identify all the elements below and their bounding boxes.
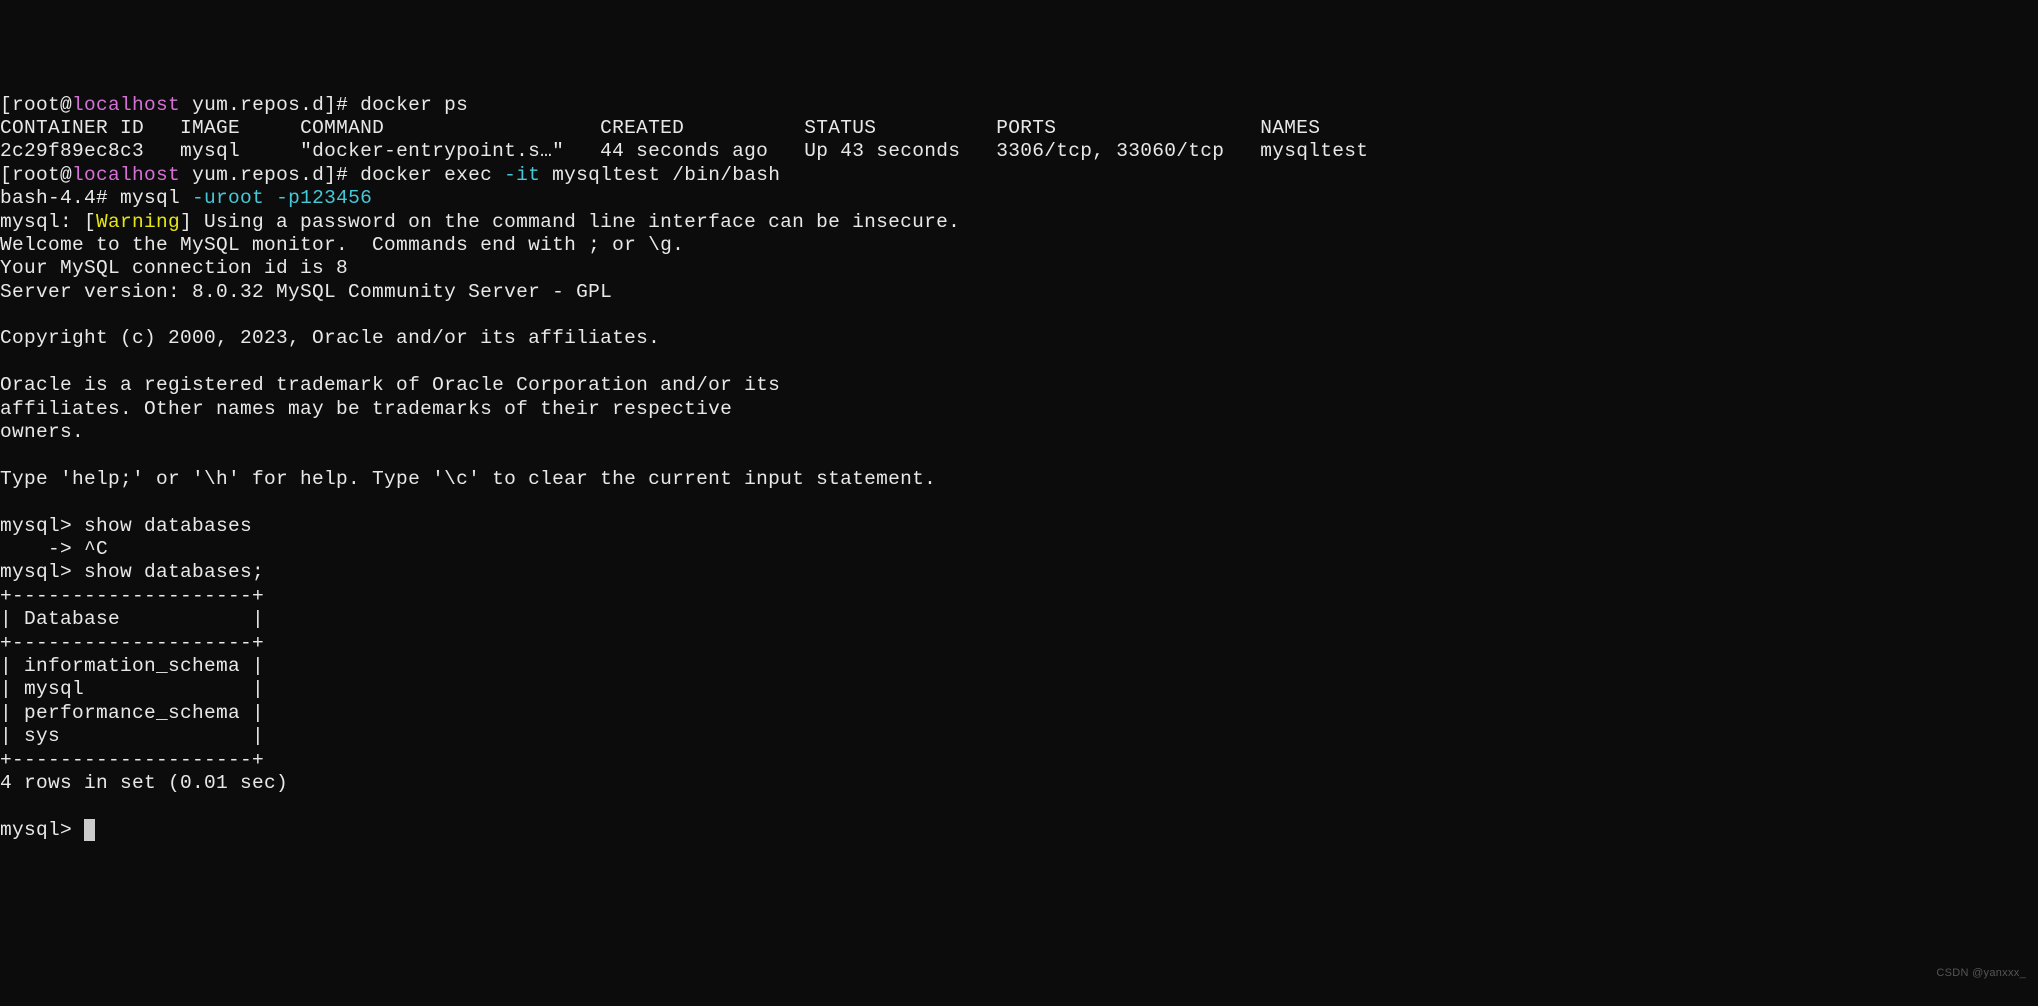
prompt-host: localhost <box>72 164 180 186</box>
flag-uroot: -uroot <box>192 187 264 209</box>
trademark-line: owners. <box>0 421 84 443</box>
help-line: Type 'help;' or '\h' for help. Type '\c'… <box>0 468 936 490</box>
mysql-prompt-line: mysql> show databases <box>0 515 252 537</box>
prompt-user: root <box>12 94 60 116</box>
header-status: STATUS <box>804 117 876 139</box>
prompt-bracket-close: ]# <box>324 164 360 186</box>
table-row: | performance_schema | <box>0 702 264 724</box>
table-border: +--------------------+ <box>0 585 264 607</box>
cell-command: "docker-entrypoint.s…" <box>300 140 564 162</box>
cell-container-id: 2c29f89ec8c3 <box>0 140 144 162</box>
header-created: CREATED <box>600 117 684 139</box>
prompt-host: localhost <box>72 94 180 116</box>
command-args: mysqltest /bin/bash <box>540 164 780 186</box>
cell-created: 44 seconds ago <box>600 140 768 162</box>
trademark-line: affiliates. Other names may be trademark… <box>0 398 732 420</box>
cursor-icon <box>84 819 95 841</box>
welcome-line: Welcome to the MySQL monitor. Commands e… <box>0 234 684 256</box>
prompt-user: root <box>12 164 60 186</box>
welcome-line: Server version: 8.0.32 MySQL Community S… <box>0 281 612 303</box>
header-image: IMAGE <box>180 117 240 139</box>
flag-it: -it <box>504 164 540 186</box>
prompt-at: @ <box>60 164 72 186</box>
mysql-prompt-line: mysql> show databases; <box>0 561 264 583</box>
prompt-path: yum.repos.d <box>180 164 324 186</box>
copyright-line: Copyright (c) 2000, 2023, Oracle and/or … <box>0 327 660 349</box>
header-command: COMMAND <box>300 117 384 139</box>
warning-prefix: mysql: [ <box>0 211 96 233</box>
flag-password: -p123456 <box>276 187 372 209</box>
prompt-bracket-close: ]# <box>324 94 360 116</box>
command-docker-exec: docker exec <box>360 164 504 186</box>
table-header: | Database | <box>0 608 264 630</box>
mysql-continuation: -> ^C <box>0 538 108 560</box>
table-row: | mysql | <box>0 678 264 700</box>
table-border: +--------------------+ <box>0 749 264 771</box>
command-docker-ps: docker ps <box>360 94 468 116</box>
table-border: +--------------------+ <box>0 632 264 654</box>
terminal-output[interactable]: [root@localhost yum.repos.d]# docker ps … <box>0 94 2038 843</box>
warning-label: Warning <box>96 211 180 233</box>
cell-image: mysql <box>180 140 240 162</box>
cell-status: Up 43 seconds <box>804 140 960 162</box>
result-line: 4 rows in set (0.01 sec) <box>0 772 288 794</box>
welcome-line: Your MySQL connection id is 8 <box>0 257 348 279</box>
table-row: | information_schema | <box>0 655 264 677</box>
trademark-line: Oracle is a registered trademark of Orac… <box>0 374 780 396</box>
watermark: CSDN @yanxxx_ <box>1936 967 2026 980</box>
warning-text: ] Using a password on the command line i… <box>180 211 960 233</box>
table-row: | sys | <box>0 725 264 747</box>
mysql-prompt: mysql> <box>0 819 84 841</box>
header-names: NAMES <box>1260 117 1320 139</box>
prompt-bracket: [ <box>0 164 12 186</box>
cell-ports: 3306/tcp, 33060/tcp <box>996 140 1224 162</box>
header-ports: PORTS <box>996 117 1056 139</box>
command-mysql: mysql <box>120 187 192 209</box>
prompt-at: @ <box>60 94 72 116</box>
prompt-bracket: [ <box>0 94 12 116</box>
cell-names: mysqltest <box>1260 140 1368 162</box>
prompt-path: yum.repos.d <box>180 94 324 116</box>
header-container-id: CONTAINER ID <box>0 117 144 139</box>
bash-prompt: bash-4.4# <box>0 187 120 209</box>
space <box>264 187 276 209</box>
